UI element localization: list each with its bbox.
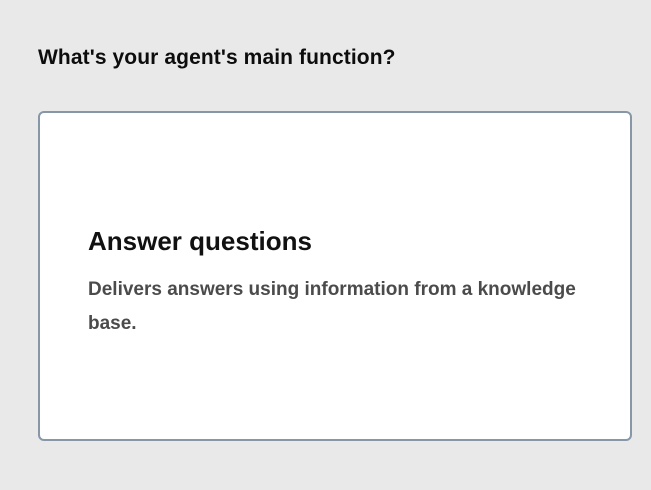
option-title: Answer questions <box>88 226 312 256</box>
option-card-answer-questions[interactable]: Answer questions Delivers answers using … <box>38 111 632 441</box>
question-heading: What's your agent's main function? <box>38 46 396 69</box>
option-description: Delivers answers using information from … <box>88 279 576 334</box>
agent-function-step: What's your agent's main function? Answe… <box>0 0 651 490</box>
